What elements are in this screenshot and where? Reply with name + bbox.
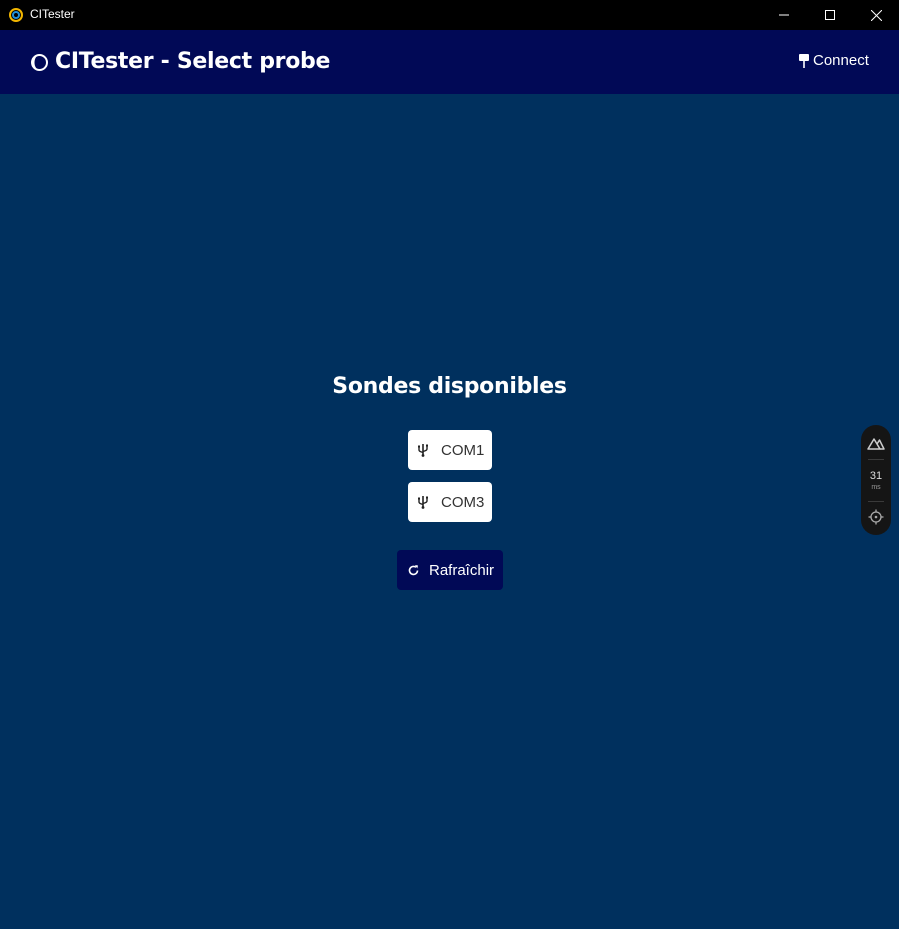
close-icon [870, 9, 882, 21]
pushpin-icon [799, 53, 809, 68]
refresh-icon [408, 564, 419, 575]
window-title: CITester [30, 7, 75, 21]
maximize-button[interactable] [807, 0, 853, 30]
divider [868, 459, 884, 460]
app-icon [9, 8, 23, 22]
usb-icon [418, 496, 428, 509]
window-titlebar: CITester [0, 0, 899, 30]
refresh-button[interactable]: Rafraîchir [397, 550, 503, 590]
render-time-unit: ms [871, 484, 881, 491]
page-title: CITester - Select probe [55, 49, 331, 74]
probe-label: COM1 [441, 441, 485, 459]
devtools-toolbar: 31 ms [861, 425, 891, 535]
render-time-value: 31 [869, 470, 883, 482]
app-header: CITester - Select probe Connect [0, 30, 899, 94]
close-button[interactable] [853, 0, 899, 30]
probe-button-com3[interactable]: COM3 [408, 482, 492, 522]
refresh-label: Rafraîchir [429, 561, 495, 579]
probe-label: COM3 [441, 493, 485, 511]
nuxt-logo-icon[interactable] [867, 437, 885, 450]
minimize-icon [779, 14, 789, 16]
divider [868, 501, 884, 502]
maximize-icon [825, 10, 835, 20]
crosshair-icon[interactable] [868, 509, 884, 525]
half-moon-icon [31, 54, 48, 71]
probe-button-com1[interactable]: COM1 [408, 430, 492, 470]
usb-icon [418, 444, 428, 457]
connect-button[interactable]: Connect [798, 52, 869, 69]
minimize-button[interactable] [761, 0, 807, 30]
connect-label: Connect [813, 52, 869, 69]
section-title: Sondes disponibles [332, 374, 567, 399]
